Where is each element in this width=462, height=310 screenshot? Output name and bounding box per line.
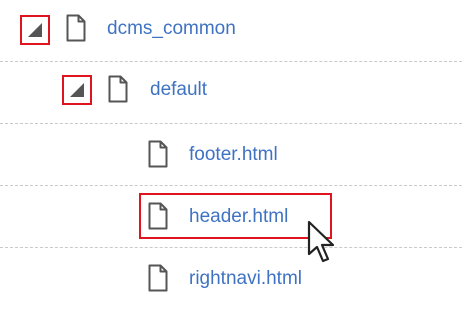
file-icon [148, 140, 168, 168]
file-icon [148, 202, 168, 230]
tree-row-rightnavi-html: rightnavi.html [0, 248, 462, 310]
tree-row-default: default [0, 62, 462, 124]
tree-item-label[interactable]: header.html [189, 205, 288, 229]
collapse-triangle-icon [70, 83, 84, 97]
file-icon [148, 264, 168, 292]
collapse-toggle-button[interactable] [20, 15, 50, 45]
tree-item-label[interactable]: footer.html [189, 143, 278, 167]
tree-row-dcms-common: dcms_common [0, 0, 462, 62]
tree-row-footer-html: footer.html [0, 124, 462, 186]
tree-item-label[interactable]: dcms_common [107, 17, 236, 41]
file-icon [108, 75, 128, 103]
collapse-toggle-button[interactable] [62, 75, 92, 105]
tree-row-header-html: header.html [0, 186, 462, 248]
file-icon [66, 14, 86, 42]
tree-item-label[interactable]: rightnavi.html [189, 267, 302, 291]
collapse-triangle-icon [28, 23, 42, 37]
mouse-pointer-icon [307, 220, 335, 263]
tree-item-label[interactable]: default [150, 78, 207, 102]
file-tree: dcms_common default footer.html header.h… [0, 0, 462, 308]
